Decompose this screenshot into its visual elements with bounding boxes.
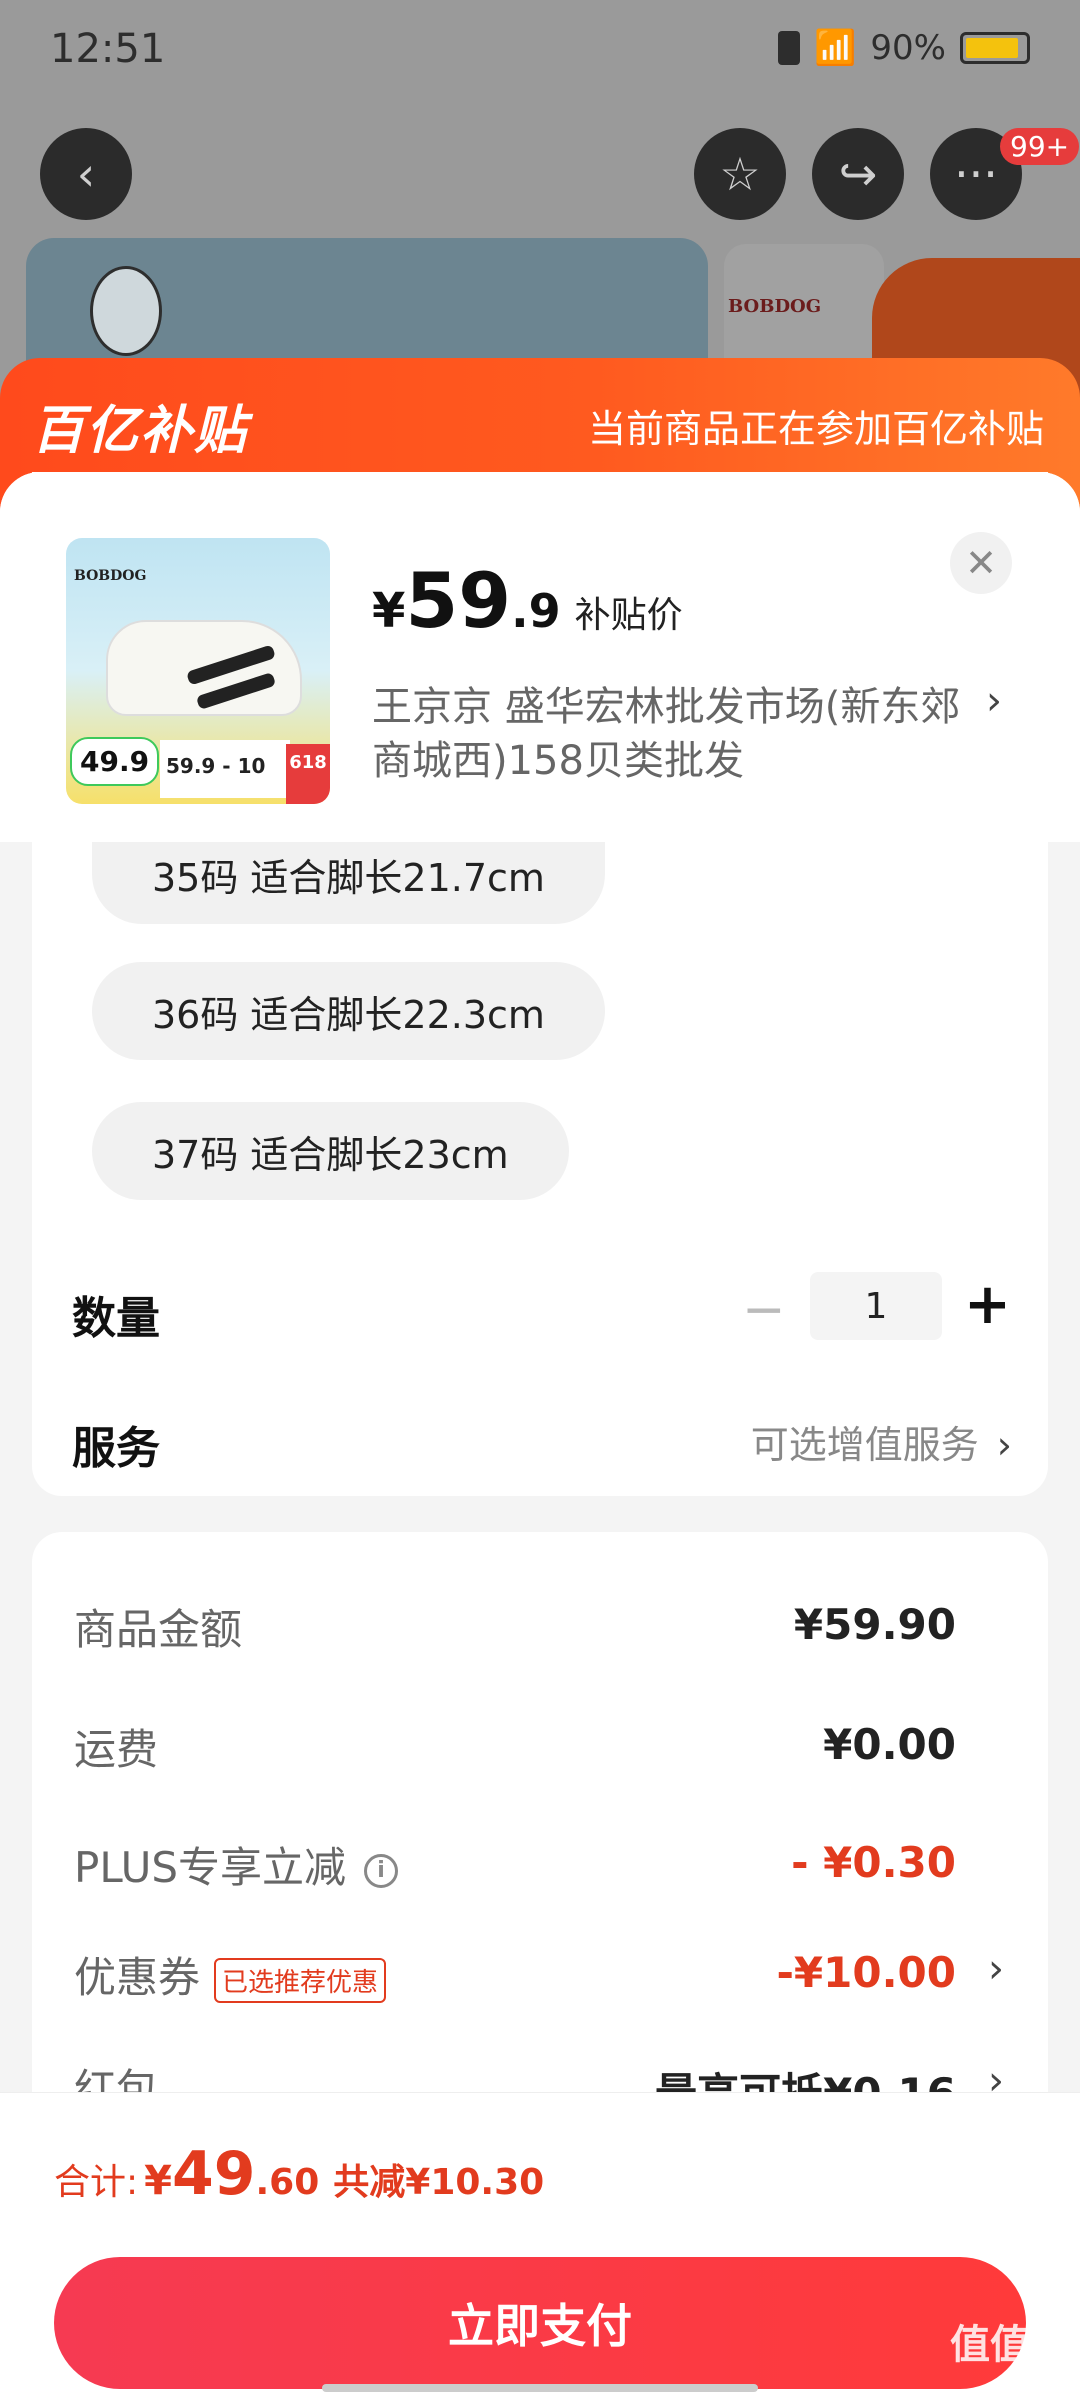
chevron-right-icon[interactable]: ›: [986, 678, 1002, 724]
checkout-bar: 合计: ¥ 49 .60 共减¥10.30 立即支付: [0, 2092, 1080, 2400]
shipping-label: 运费: [74, 1725, 159, 1774]
product-price: ¥ 59 .9 补贴价: [372, 556, 683, 645]
battery-icon: [960, 32, 1030, 64]
back-button[interactable]: ‹: [40, 128, 132, 220]
subsidy-note: 当前商品正在参加百亿补贴: [587, 407, 1044, 451]
wifi-icon: 📶: [814, 28, 857, 68]
chevron-right-icon: ›: [988, 2058, 1004, 2092]
favorite-button[interactable]: ☆: [694, 128, 786, 220]
price-tag: 补贴价: [574, 595, 683, 636]
goods-amount-value: ¥59.90: [793, 1600, 956, 1649]
info-icon[interactable]: i: [364, 1853, 399, 1888]
total-integer: 49: [171, 2139, 256, 2209]
quantity-input[interactable]: 1: [810, 1272, 942, 1340]
thumb-price-info: 59.9 - 10: [160, 740, 290, 798]
share-button[interactable]: ↪: [812, 128, 904, 220]
shipping-address[interactable]: 王京京 盛华宏林批发市场(新东郊商城西)158贝类批发: [372, 680, 972, 788]
total-currency: ¥: [144, 2158, 172, 2204]
total-decimal: .60: [255, 2162, 320, 2203]
close-icon: ✕: [965, 541, 997, 585]
product-thumbnail[interactable]: BOBDOG 49.9 59.9 - 10 618: [66, 538, 330, 804]
chevron-left-icon: ‹: [76, 147, 96, 201]
product-summary: BOBDOG 49.9 59.9 - 10 618 ¥ 59 .9 补贴价 ✕ …: [0, 472, 1080, 842]
more-icon: ···: [954, 147, 998, 201]
thumb-brand: BOBDOG: [74, 568, 147, 584]
pay-now-button[interactable]: 立即支付: [54, 2257, 1026, 2389]
watermark: 值值值: [950, 2322, 1070, 2368]
coupon-label: 优惠券 已选推荐优惠: [74, 1944, 387, 2005]
message-badge: 99+: [1000, 128, 1080, 165]
chevron-right-icon: ›: [996, 1423, 1012, 1467]
share-icon: ↪: [838, 147, 878, 201]
price-currency: ¥: [372, 583, 406, 639]
sim-icon: [778, 31, 801, 65]
shipping-value: ¥0.00: [823, 1720, 956, 1769]
red-packet-label: 红包: [74, 2065, 159, 2092]
quantity-decrease-button[interactable]: −: [742, 1280, 786, 1340]
size-option[interactable]: 36码 适合脚长22.3cm: [92, 962, 605, 1060]
background-brand-text: BOBDOG: [728, 296, 822, 317]
price-decimal: .9: [511, 584, 561, 638]
status-bar: 12:51 📶 90%: [0, 0, 1080, 100]
star-icon: ☆: [719, 147, 761, 201]
red-packet-row[interactable]: 红包 最高可抵¥0.16 ›: [74, 2056, 1004, 2092]
status-time: 12:51: [50, 26, 166, 72]
shipping-row: 运费 ¥0.00: [74, 1716, 1004, 1786]
plus-discount-label: PLUS专享立减 i: [74, 1834, 399, 1895]
size-option[interactable]: 37码 适合脚长23cm: [92, 1102, 569, 1200]
status-icons: 📶 90%: [778, 28, 1030, 68]
home-indicator[interactable]: [322, 2384, 758, 2392]
price-integer: 59: [405, 556, 512, 645]
total-label: 合计:: [54, 2162, 139, 2203]
goods-amount-label: 商品金额: [74, 1605, 243, 1654]
close-button[interactable]: ✕: [950, 532, 1012, 594]
thumb-618-badge: 618: [286, 744, 330, 804]
coupon-row[interactable]: 优惠券 已选推荐优惠 -¥10.00 ›: [74, 1944, 1004, 2014]
battery-percent: 90%: [870, 28, 946, 68]
service-row[interactable]: 服务 可选增值服务 ›: [72, 1402, 1012, 1482]
chevron-right-icon: ›: [988, 1946, 1004, 1992]
coupon-value: -¥10.00: [776, 1948, 956, 1997]
total-saved: 共减¥10.30: [333, 2162, 545, 2203]
size-option[interactable]: 35码 适合脚长21.7cm: [92, 842, 605, 924]
thumb-price: 49.9: [70, 737, 160, 786]
plus-discount-row: PLUS专享立减 i - ¥0.30: [74, 1834, 1004, 1904]
service-label: 服务: [72, 1423, 160, 1474]
goods-amount-row: 商品金额 ¥59.90: [74, 1596, 1004, 1666]
red-packet-value: 最高可抵¥0.16: [655, 2060, 956, 2092]
quantity-row: 数量 − 1 +: [72, 1272, 1012, 1352]
plus-discount-value: - ¥0.30: [791, 1838, 956, 1887]
quantity-increase-button[interactable]: +: [964, 1272, 1011, 1337]
service-value: 可选增值服务 ›: [750, 1423, 1012, 1467]
subsidy-logo: 百亿补贴: [32, 401, 249, 461]
order-total: 合计: ¥ 49 .60 共减¥10.30: [54, 2139, 544, 2209]
coupon-recommended-tag: 已选推荐优惠: [214, 1958, 387, 2003]
brand-mascot-icon: [90, 266, 162, 356]
quantity-label: 数量: [72, 1293, 160, 1344]
